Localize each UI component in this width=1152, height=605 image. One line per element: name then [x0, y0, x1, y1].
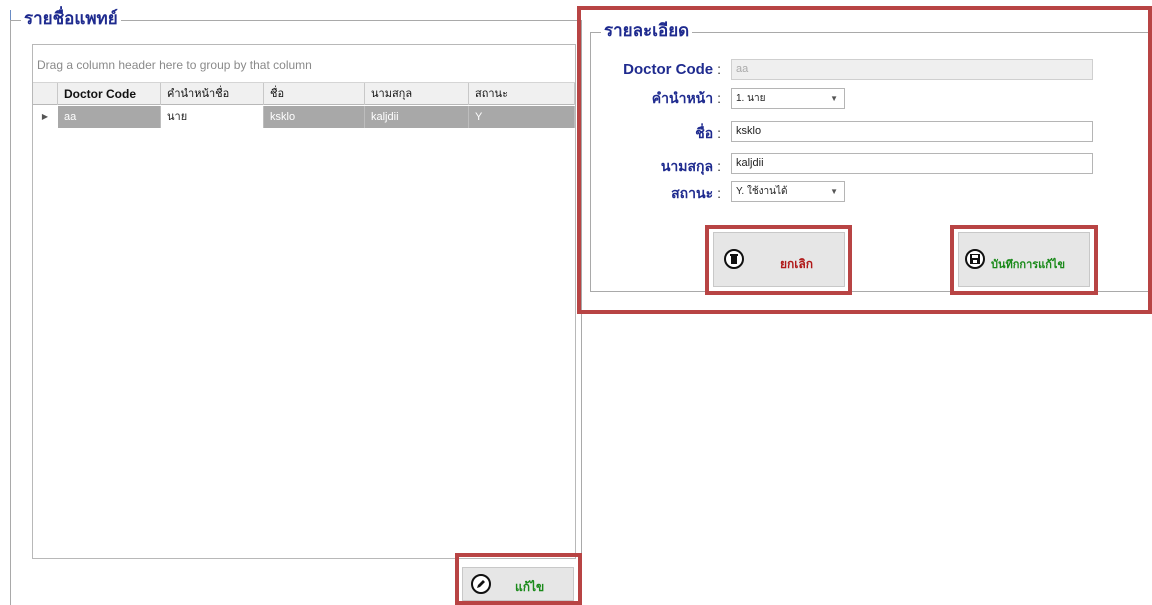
column-header-last-name[interactable]: นามสกุล	[365, 83, 469, 105]
column-header-doctor-code[interactable]: Doctor Code	[58, 83, 161, 105]
doctor-list-title: รายชื่อแพทย์	[21, 7, 121, 31]
cell-doctor-code[interactable]: aa	[58, 106, 161, 128]
column-header-status[interactable]: สถานะ	[469, 83, 575, 105]
cell-status[interactable]: Y	[469, 106, 575, 128]
cell-last-name[interactable]: kaljdii	[365, 106, 469, 128]
column-header-first-name[interactable]: ชื่อ	[264, 83, 365, 105]
grid-header: Doctor Code คำนำหน้าชื่อ ชื่อ นามสกุล สถ…	[33, 83, 575, 105]
row-indicator-icon: ▶	[41, 112, 49, 121]
doctor-grid[interactable]: Drag a column header here to group by th…	[32, 44, 576, 559]
cell-first-name[interactable]: ksklo	[264, 106, 365, 128]
detail-highlight-box	[577, 6, 1152, 314]
cell-prefix[interactable]: นาย	[161, 106, 264, 128]
edit-highlight-box	[455, 553, 582, 605]
table-row[interactable]: ▶ aa นาย ksklo kaljdii Y	[33, 106, 575, 128]
column-header-prefix[interactable]: คำนำหน้าชื่อ	[161, 83, 264, 105]
row-indicator-header	[33, 83, 58, 105]
group-by-panel[interactable]: Drag a column header here to group by th…	[33, 45, 575, 83]
